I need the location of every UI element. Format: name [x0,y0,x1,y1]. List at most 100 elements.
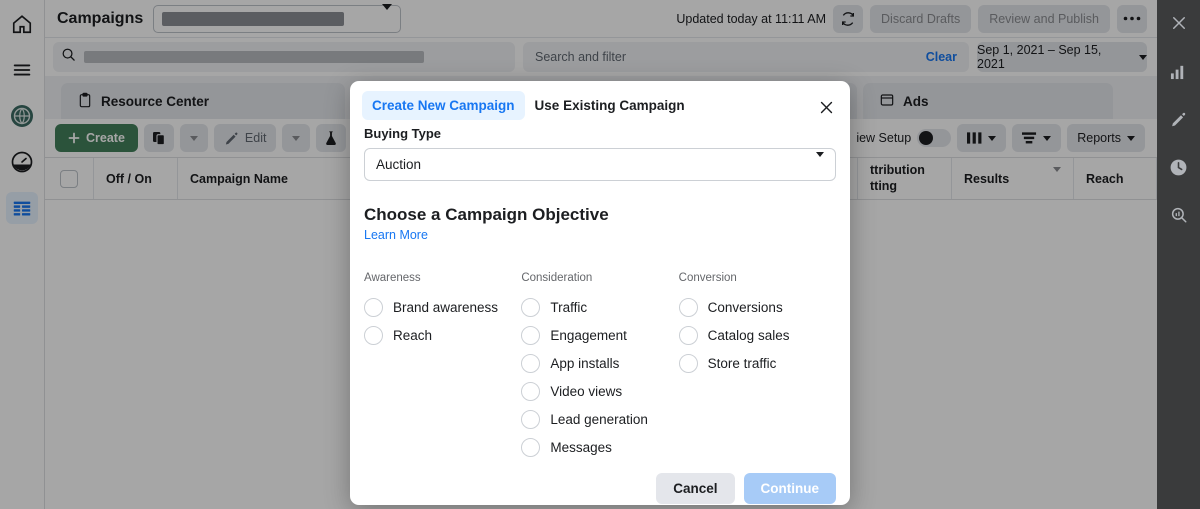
column-results[interactable]: Results [952,158,1074,199]
discard-drafts-button[interactable]: Discard Drafts [870,5,971,33]
objective-column-consideration: Consideration Traffic Engagement App ins… [521,272,678,461]
tab-resource-center[interactable]: Resource Center [61,83,345,119]
column-heading: Consideration [521,272,678,284]
search-input[interactable] [53,42,515,72]
reports-button[interactable]: Reports [1067,124,1145,152]
column-label: Off / On [106,172,152,186]
edit-dropdown[interactable] [282,124,310,152]
radio-icon[interactable] [679,298,698,317]
objective-option-traffic[interactable]: Traffic [521,293,678,321]
column-reach[interactable]: Reach [1074,158,1157,199]
chevron-down-icon [816,157,824,172]
clock-icon[interactable] [1164,152,1194,182]
close-icon[interactable] [816,97,836,117]
chevron-down-icon [382,10,392,28]
account-name-redacted [162,12,344,26]
close-icon[interactable] [1164,8,1194,38]
objective-option-conversions[interactable]: Conversions [679,293,836,321]
column-label-line1: ttribution [870,163,925,179]
radio-icon[interactable] [364,298,383,317]
objective-section-title: Choose a Campaign Objective [364,205,836,225]
tab-use-existing-campaign[interactable]: Use Existing Campaign [525,91,695,120]
refresh-icon[interactable] [833,5,863,33]
filter-input[interactable]: Search and filter Clear [523,42,969,72]
buying-type-select[interactable]: Auction [364,148,836,181]
chevron-down-icon[interactable] [1043,172,1061,186]
hamburger-icon[interactable] [6,54,38,86]
breakdown-button[interactable] [1012,124,1061,152]
objective-option-catalog-sales[interactable]: Catalog sales [679,321,836,349]
continue-button[interactable]: Continue [744,473,837,504]
pencil-icon [224,131,239,146]
option-label: Brand awareness [393,300,498,315]
column-heading: Awareness [364,272,521,284]
duplicate-icon[interactable] [144,124,174,152]
option-label: Engagement [550,328,627,343]
objective-option-video-views[interactable]: Video views [521,377,678,405]
tab-create-new-campaign[interactable]: Create New Campaign [362,91,525,120]
select-all-cell[interactable] [45,158,94,199]
search-value-redacted [84,51,424,63]
gauge-icon[interactable] [6,146,38,178]
option-label: Reach [393,328,432,343]
column-label-line2: tting [870,179,897,195]
tab-label: Resource Center [101,94,209,109]
search-chart-icon[interactable] [1164,200,1194,230]
app-root: Campaigns Updated today at 11:11 AM Disc… [0,0,1200,509]
left-nav-rail [0,0,45,509]
radio-icon[interactable] [679,354,698,373]
option-label: App installs [550,356,619,371]
radio-icon[interactable] [521,354,540,373]
account-selector[interactable] [153,5,401,33]
objective-option-lead-generation[interactable]: Lead generation [521,405,678,433]
page-title: Campaigns [57,10,143,28]
radio-icon[interactable] [521,382,540,401]
option-label: Conversions [708,300,783,315]
modal-tab-bar: Create New Campaign Use Existing Campaig… [350,81,850,126]
objective-option-engagement[interactable]: Engagement [521,321,678,349]
learn-more-link[interactable]: Learn More [364,228,428,242]
column-label: Results [964,172,1009,186]
updated-timestamp: Updated today at 11:11 AM [676,12,826,26]
objective-option-store-traffic[interactable]: Store traffic [679,349,836,377]
objective-option-app-installs[interactable]: App installs [521,349,678,377]
date-range-picker[interactable]: Sep 1, 2021 – Sep 15, 2021 [977,42,1147,72]
objective-option-reach[interactable]: Reach [364,321,521,349]
objective-option-messages[interactable]: Messages [521,433,678,461]
pencil-icon[interactable] [1164,104,1194,134]
radio-icon[interactable] [521,326,540,345]
cancel-button[interactable]: Cancel [656,473,734,504]
chevron-down-icon [988,136,996,141]
search-icon [61,47,76,67]
clear-filters-button[interactable]: Clear [926,50,957,64]
objective-option-brand-awareness[interactable]: Brand awareness [364,293,521,321]
home-icon[interactable] [6,8,38,40]
radio-icon[interactable] [364,326,383,345]
radio-icon[interactable] [521,298,540,317]
select-all-checkbox[interactable] [60,170,78,188]
create-campaign-modal: Create New Campaign Use Existing Campaig… [350,81,850,505]
create-button[interactable]: Create [55,124,138,152]
review-and-publish-button[interactable]: Review and Publish [978,5,1110,33]
view-setup-toggle[interactable] [917,129,951,147]
edit-button[interactable]: Edit [214,124,277,152]
objective-columns: Awareness Brand awareness Reach Consider… [364,272,836,461]
column-off-on[interactable]: Off / On [94,158,178,199]
bar-chart-icon[interactable] [1164,56,1194,86]
column-attribution-setting[interactable]: ttribution tting [858,158,952,199]
date-range-label: Sep 1, 2021 – Sep 15, 2021 [977,43,1131,71]
duplicate-dropdown[interactable] [180,124,208,152]
flask-icon[interactable] [316,124,346,152]
chevron-down-icon [1139,55,1147,60]
radio-icon[interactable] [521,438,540,457]
window-icon [879,92,895,111]
create-label: Create [86,131,125,145]
tab-ads[interactable]: Ads [863,83,1113,119]
radio-icon[interactable] [521,410,540,429]
columns-button[interactable] [957,124,1006,152]
table-icon[interactable] [6,192,38,224]
globe-icon[interactable] [6,100,38,132]
reports-label: Reports [1077,131,1121,145]
radio-icon[interactable] [679,326,698,345]
more-options-icon[interactable] [1117,5,1147,33]
